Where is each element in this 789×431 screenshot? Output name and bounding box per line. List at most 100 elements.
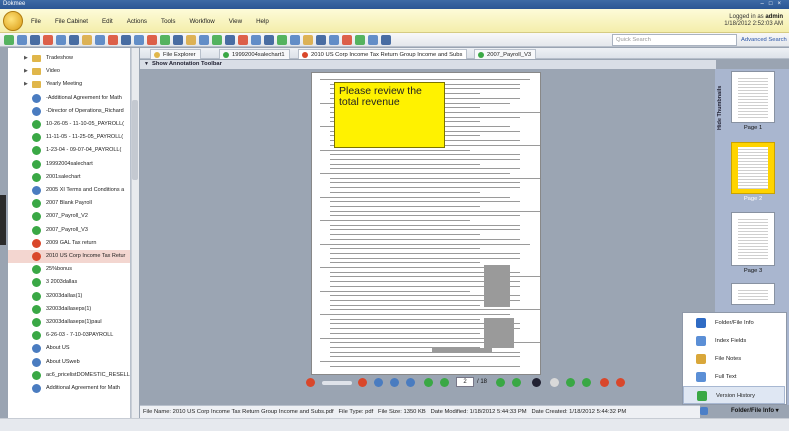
tree-scrollbar-thumb[interactable] [132,100,138,180]
toolbar-button-icon[interactable] [212,35,222,45]
rotate-right-icon[interactable] [582,378,591,387]
tree-item[interactable]: 11-11-05 - 11-25-05_PAYROLL( [8,131,130,144]
menu-item-help[interactable]: Help [249,17,276,27]
toolbar-button-icon[interactable] [355,35,365,45]
tree-item[interactable]: 2009 GAL Tax return [8,237,130,250]
toolbar-button-icon[interactable] [329,35,339,45]
sticky-note-annotation[interactable]: Please review the total revenue [334,82,445,148]
tree-item[interactable]: 32003dallaseps(1) [8,303,130,316]
zoom-slider[interactable] [322,381,352,385]
popup-menu-item[interactable]: Folder/File Info [683,314,785,332]
tree-item[interactable]: 2007 Blank Payroll [8,197,130,210]
rotate-left-icon[interactable] [566,378,575,387]
toolbar-button-icon[interactable] [238,35,248,45]
toolbar-button-icon[interactable] [69,35,79,45]
window-controls[interactable]: –□× [761,0,786,9]
toolbar-button-icon[interactable] [108,35,118,45]
app-logo-icon[interactable] [3,11,23,31]
tree-item[interactable]: 6-26-03 - 7-10-03PAYROLL [8,329,130,342]
popup-menu-item[interactable]: Index Fields [683,332,785,350]
document-tab[interactable]: 2010 US Corp Income Tax Return Group Inc… [298,49,468,59]
expand-arrow-icon[interactable]: ▶ [24,52,28,65]
tree-item[interactable]: 1-23-04 - 09-07-04_PAYROLL( [8,144,130,157]
toolbar-button-icon[interactable] [303,35,313,45]
tree-item[interactable]: About US [8,342,130,355]
menu-item-tools[interactable]: Tools [154,17,182,27]
next-page-icon[interactable] [496,378,505,387]
toolbar-button-icon[interactable] [173,35,183,45]
tree-item[interactable]: ▶ Yearly Meeting [8,78,130,91]
toolbar-button-icon[interactable] [4,35,14,45]
pan-hand-icon[interactable] [550,378,559,387]
menu-item-actions[interactable]: Actions [120,17,154,27]
prev-page-icon[interactable] [440,378,449,387]
first-page-icon[interactable] [424,378,433,387]
toolbar-button-icon[interactable] [56,35,66,45]
toolbar-button-icon[interactable] [342,35,352,45]
zoom-in-icon[interactable] [358,378,367,387]
text-select-icon[interactable] [532,378,541,387]
tree-item[interactable]: 19992004salechart [8,158,130,171]
toolbar-button-icon[interactable] [368,35,378,45]
advanced-search-link[interactable]: Advanced Search [741,34,787,46]
expand-arrow-icon[interactable]: ▶ [24,65,28,78]
info-icon[interactable] [700,407,708,415]
toolbar-button-icon[interactable] [82,35,92,45]
tree-item[interactable]: ▶ Video [8,65,130,78]
tree-item[interactable]: 25%bonus [8,263,130,276]
menu-item-view[interactable]: View [222,17,249,27]
tree-item[interactable]: 32003dallaseps(1)paul [8,316,130,329]
left-panel-handle[interactable] [0,195,6,245]
expand-arrow-icon[interactable]: ▶ [24,78,28,91]
toolbar-button-icon[interactable] [251,35,261,45]
close-icon[interactable] [600,378,609,387]
menu-item-edit[interactable]: Edit [95,17,120,27]
toolbar-button-icon[interactable] [121,35,131,45]
tree-item[interactable]: 3 2003dallas [8,276,130,289]
toolbar-button-icon[interactable] [381,35,391,45]
toolbar-button-icon[interactable] [316,35,326,45]
tree-item[interactable]: 2001salechart [8,171,130,184]
toolbar-button-icon[interactable] [264,35,274,45]
tree-item[interactable]: ▶ Tradeshow [8,52,130,65]
tree-item[interactable]: 2007_Payroll_V2 [8,210,130,223]
toolbar-button-icon[interactable] [95,35,105,45]
menu-item-file[interactable]: File [24,17,48,27]
tree-item[interactable]: -Director of Operations_Richard [8,105,130,118]
toolbar-button-icon[interactable] [43,35,53,45]
popup-menu-item[interactable]: Full Text [683,368,785,386]
zoom-out-icon[interactable] [306,378,315,387]
settings-icon[interactable] [616,378,625,387]
annotation-toolbar-toggle[interactable]: ▼ Show Annotation Toolbar [140,60,716,69]
toolbar-button-icon[interactable] [30,35,40,45]
document-tab[interactable]: 2007_Payroll_V3 [474,49,537,59]
popup-menu-item[interactable]: File Notes [683,350,785,368]
tree-item[interactable]: 2010 US Corp Income Tax Retur [8,250,130,263]
tree-item[interactable]: Additional Agreement for Math [8,382,130,395]
hide-thumbnails-toggle[interactable]: Hide Thumbnails [715,80,726,140]
page-number-input[interactable]: 2 [456,377,474,387]
quick-search-input[interactable]: Quick Search [612,34,737,46]
tree-item[interactable]: 10-26-05 - 11-10-05_PAYROLL( [8,118,130,131]
fit-page-icon[interactable] [374,378,383,387]
tree-item[interactable]: 32003dallas(1) [8,290,130,303]
tree-item[interactable]: 2007_Payroll_V3 [8,224,130,237]
toolbar-button-icon[interactable] [277,35,287,45]
toolbar-button-icon[interactable] [160,35,170,45]
page-thumbnail[interactable] [731,283,775,305]
fit-width-icon[interactable] [390,378,399,387]
page-thumbnail[interactable] [731,71,775,123]
last-page-icon[interactable] [512,378,521,387]
toolbar-button-icon[interactable] [147,35,157,45]
toolbar-button-icon[interactable] [225,35,235,45]
actual-size-icon[interactable] [406,378,415,387]
tree-item[interactable]: -Additional Agreement for Math [8,92,130,105]
toolbar-button-icon[interactable] [186,35,196,45]
page-thumbnail[interactable] [731,142,775,194]
toolbar-button-icon[interactable] [134,35,144,45]
tree-item[interactable]: ac6_pricelistDOMESTIC_RESELL [8,369,130,382]
toolbar-button-icon[interactable] [199,35,209,45]
tree-item[interactable]: 2005 XI Terms and Conditions a [8,184,130,197]
document-tab[interactable]: 19992004salechart1 [219,49,290,59]
tree-item[interactable]: About USweb [8,356,130,369]
